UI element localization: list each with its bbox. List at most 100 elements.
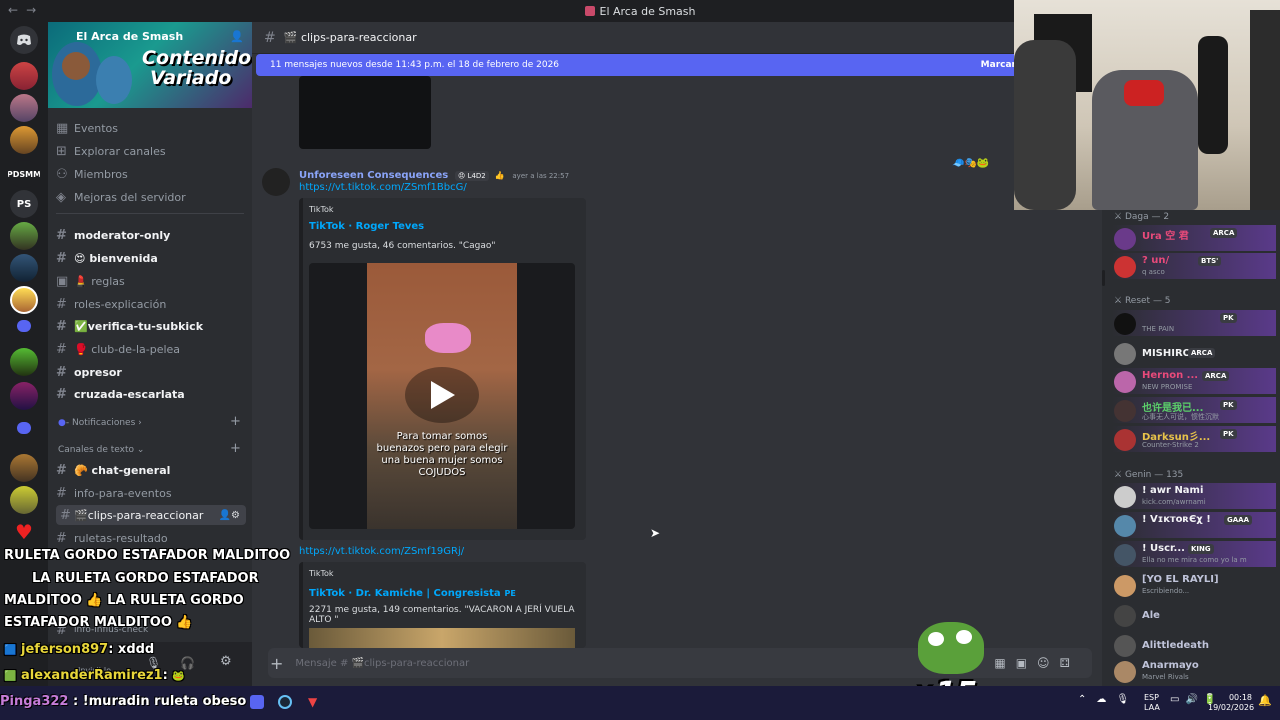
member-item[interactable]: Darksun彡... PK Counter-Strike 2 [1112,426,1276,452]
chevron-down-icon[interactable]: ⌄ [160,31,168,41]
embed-title[interactable]: TikTok · Dr. Kamiche | Congresista [309,588,501,599]
folder-icon[interactable] [17,320,31,332]
server-icon[interactable] [10,254,38,282]
video-thumbnail[interactable]: Para tomar somos buenazos pero para eleg… [309,263,575,529]
message-reactions[interactable]: 🧢🎭🐸 [952,158,989,169]
channel-reglas[interactable]: ▣ 💄 reglas [56,271,246,291]
member-item[interactable]: [YO EL RAYLI] Escribiendo... [1112,572,1276,598]
channel-club-de-la-pelea[interactable]: # 🥊 club-de-la-pelea [56,339,246,359]
channel-emoji-icon: 🎬 [283,31,298,44]
stream-chat-overlay: RULETA GORDO ESTAFADOR MALDITOO LA RULET… [0,548,290,688]
nav-arrows[interactable]: ←→ [8,3,44,17]
member-item[interactable]: Ura 空 君 ARCA [1112,225,1276,251]
member-item[interactable]: MISHIRO ARCA [1112,340,1276,366]
add-channel-icon[interactable]: + [230,414,241,429]
add-user-icon[interactable]: 👤 [230,30,244,43]
avatar [1114,400,1136,422]
category-notificaciones[interactable]: ●- Notificaciones › [58,418,142,428]
member-item[interactable]: ! Uscr... KING Ella no me mira como yo la … [1112,541,1276,567]
taskbar: Pinga322 : !muradin ruleta obeso ▼ ⌃☁🎙 E… [0,686,1280,720]
server-icon[interactable] [10,382,38,410]
previous-video-embed[interactable] [299,76,431,149]
embed-title-row: TikTok · Dr. Kamiche | Congresista PE [309,585,516,599]
avatar[interactable] [262,168,290,196]
channel-moderator-only[interactable]: # moderator-only [56,225,246,245]
webcam-overlay [1014,0,1280,210]
avatar [1114,661,1136,683]
member-item[interactable]: Ale [1112,602,1276,628]
tray-icons[interactable]: ⌃☁🎙 [1078,694,1139,705]
heart-icon[interactable]: ♥ [10,518,38,546]
member-item[interactable]: Alittledeath [1112,632,1276,658]
channel-verifica-tu-subkick[interactable]: # ✅ verifica-tu-subkick [56,316,246,336]
scrollbar[interactable] [1102,270,1105,286]
folder-icon[interactable] [17,422,31,434]
member-item[interactable]: Anarmayo Marvel Rivals [1112,658,1276,684]
input-language[interactable]: ESP LAA [1144,693,1160,713]
composer-tool-icons[interactable]: ▦▣☺⚃ [994,656,1080,670]
mouse-cursor: ➤ [650,526,661,540]
member-item[interactable]: ? un/BTS' q asco [1112,253,1276,279]
new-messages-bar[interactable]: 11 mensajes nuevos desde 11:43 p.m. el 1… [256,54,1018,76]
member-item[interactable]: Hernon ... ARCA NEW PROMISE [1112,368,1276,394]
window-title: El Arca de Smash [599,4,696,18]
notification-icon[interactable]: 🔔 [1258,694,1272,707]
channel-ruletas-resultado[interactable]: # ruletas-resultado [56,528,246,548]
server-icon-active[interactable] [10,286,38,314]
server-icon[interactable] [10,222,38,250]
message-author[interactable]: Unforeseen Consequences [299,170,448,181]
new-messages-text: 11 mensajes nuevos desde 11:43 p.m. el 1… [270,60,560,70]
server-pdsmm[interactable]: PDSMM [8,160,40,188]
message-link-1[interactable]: https://vt.tiktok.com/ZSmf1BbcG/ [299,182,467,193]
channel-chat-general[interactable]: # 🥐 chat-general [56,460,246,480]
video-thumbnail[interactable] [309,628,575,648]
chat-header: # 🎬 clips-para-reaccionar [252,22,1102,54]
mark-read-button[interactable]: Marcar [981,60,1016,70]
members-icon: ⚇ [56,166,68,182]
channel-roles-explicacion[interactable]: # roles-explicación [56,294,246,314]
message-link-2[interactable]: https://vt.tiktok.com/ZSmf19GRj/ [299,546,464,557]
menu-browse-channels[interactable]: ⊞ Explorar canales [56,141,246,161]
message-header: Unforeseen Consequences 😠 L4D2 👍 ayer a … [299,167,569,181]
server-icon[interactable] [10,454,38,482]
chat-area: # 🎬 clips-para-reaccionar 11 mensajes nu… [252,22,1102,686]
server-banner[interactable]: El Arca de Smash ⌄ 👤 Contenido Variado [48,22,252,108]
member-category-reset: ⚔ Reset — 5 [1114,296,1171,306]
member-item[interactable]: 也许是我已... PK 心事无人可说，惯性沉默 [1112,397,1276,423]
overlay-message-line: ESTAFADOR MALDITOO 👍 [4,615,193,630]
add-channel-icon[interactable]: + [230,441,241,456]
channel-bienvenida[interactable]: # 😍 bienvenida [56,248,246,268]
server-icon[interactable] [10,126,38,154]
menu-server-boosts[interactable]: ◈ Mejoras del servidor [56,187,246,207]
member-item[interactable]: PK THE PAIN [1112,310,1276,336]
server-icon[interactable] [10,486,38,514]
play-button[interactable] [405,367,479,423]
app-icon [584,6,595,16]
overlay-chat-line: Pinga322 : !muradin ruleta obeso [0,694,247,709]
channel-clips-para-reaccionar[interactable]: # 🎬 clips-para-reaccionar 👤⚙ [56,505,246,525]
tiktok-embed-2: TikTok TikTok · Dr. Kamiche | Congresist… [299,562,586,648]
frog-emote-icon [918,622,984,674]
server-icon[interactable] [10,348,38,376]
menu-members[interactable]: ⚇ Miembros [56,164,246,184]
discord-taskbar-icon[interactable] [250,695,264,709]
avatar [1114,575,1136,597]
invite-settings-icons[interactable]: 👤⚙ [219,510,240,521]
menu-events[interactable]: ▦ Eventos [56,118,246,138]
channel-opresor[interactable]: # opresor [56,362,246,382]
embed-title[interactable]: TikTok · Roger Teves [309,221,424,232]
app-taskbar-icon[interactable]: ▼ [308,695,317,709]
steam-taskbar-icon[interactable] [278,695,292,709]
server-icon[interactable] [10,94,38,122]
discord-home-icon[interactable] [10,26,38,54]
channel-info-para-eventos[interactable]: # info-para-eventos [56,483,246,503]
clock[interactable]: 00:18 19/02/2026 [1208,693,1254,713]
category-canales-de-texto[interactable]: Canales de texto ⌄ [58,445,144,455]
banner-wordmark: Contenido Variado [142,47,252,89]
channel-cruzada-escarlata[interactable]: # cruzada-escarlata [56,384,246,404]
member-item[interactable]: ! awr Nami kick.com/awrnami [1112,483,1276,509]
member-item[interactable]: ! VɪᴋᴛᴏʀЄχ ! GAAA [1112,512,1276,538]
server-icon[interactable] [10,62,38,90]
avatar [1114,256,1136,278]
server-ps[interactable]: PS [10,190,38,218]
